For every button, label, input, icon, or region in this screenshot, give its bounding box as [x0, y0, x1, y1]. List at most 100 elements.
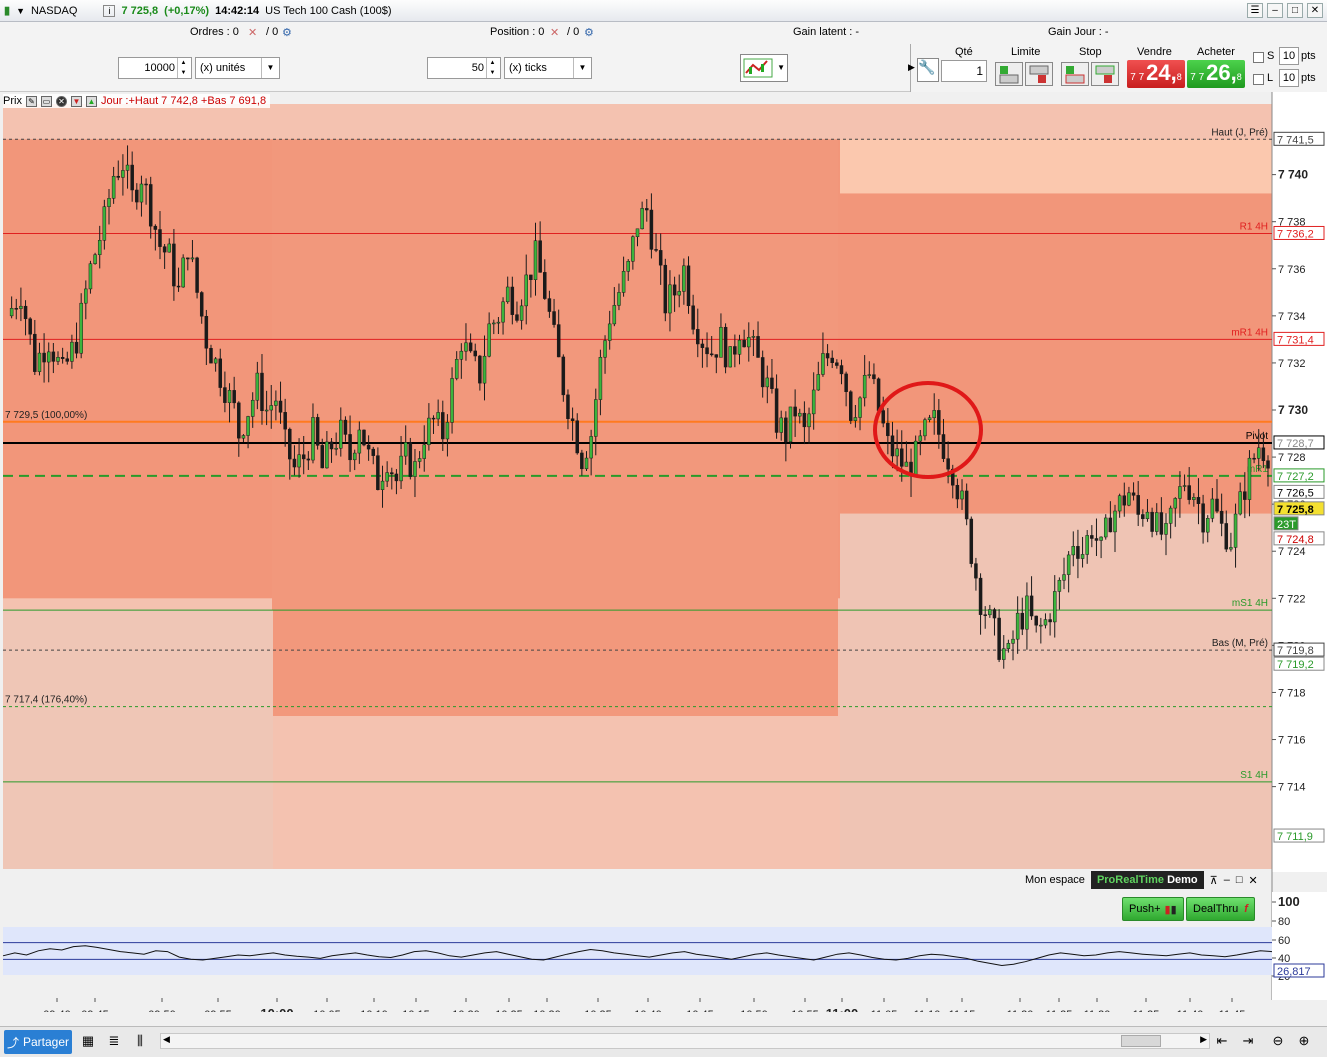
limit-sell-button[interactable] [1025, 62, 1053, 86]
wrench-icon[interactable]: ✎ [25, 95, 37, 107]
candle-body [427, 417, 431, 446]
orders-settings-icon[interactable]: ⚙ [282, 26, 292, 39]
qty-input[interactable] [941, 60, 987, 82]
candles-icon[interactable]: ⫼ [132, 1033, 148, 1049]
window-icon[interactable]: ▭ [40, 95, 52, 107]
arrow-down-icon[interactable]: ▼ [70, 95, 82, 107]
candle-body [946, 458, 950, 470]
stop-loss-points[interactable]: 10 [1279, 47, 1299, 65]
close-icon[interactable]: ✕ [55, 95, 67, 107]
arrow-up-icon[interactable]: ▲ [85, 95, 97, 107]
position-cancel-icon[interactable]: ✕ [550, 26, 559, 39]
time-scrollbar[interactable]: ◀ ▶ [160, 1033, 1210, 1049]
size-unit-value: (x) unités [200, 62, 246, 74]
collapse-arrow-icon[interactable]: ▶ [908, 62, 915, 73]
candle-body [533, 240, 538, 280]
candle-body [529, 274, 533, 280]
zoom-in-icon[interactable]: ⊕ [1296, 1033, 1312, 1049]
info-icon[interactable]: i [103, 4, 116, 17]
candle-body [751, 336, 756, 338]
scroll-left-icon[interactable]: ◀ [163, 1034, 170, 1045]
sell-button[interactable]: 7 7 24, 8 [1127, 60, 1185, 88]
share-button[interactable]: ⤴ Partager [4, 1030, 72, 1054]
ticks-unit-select[interactable]: (x) ticks ▼ [504, 57, 592, 79]
close-icon[interactable]: ✕ [1248, 874, 1257, 887]
candle-body [255, 372, 260, 401]
time-tick-label: 11:30 [1084, 1009, 1111, 1012]
minimize-icon[interactable]: – [1224, 874, 1230, 886]
candle-body [992, 609, 997, 619]
candle-body [686, 265, 691, 307]
limit-buy-button[interactable] [995, 62, 1023, 86]
symbol-name[interactable]: NASDAQ [31, 5, 77, 17]
dealthru-button[interactable]: DealThru f [1186, 897, 1255, 921]
candle-body [1219, 510, 1224, 524]
candle-body [862, 374, 867, 399]
candle-body [1182, 485, 1187, 487]
size-input[interactable] [119, 62, 177, 74]
minimize-icon[interactable]: – [1267, 3, 1283, 18]
maximize-icon[interactable]: □ [1236, 874, 1243, 886]
candle-body [107, 198, 111, 207]
layout-icon[interactable]: ☰ [1247, 3, 1263, 18]
candle-body [547, 298, 552, 312]
size-stepper[interactable]: ▲▼ [118, 57, 192, 79]
stop-buy-button[interactable] [1061, 62, 1089, 86]
candle-body [213, 358, 218, 364]
calendar-icon[interactable]: ▦ [80, 1033, 96, 1049]
ticks-stepper[interactable]: ▲▼ [427, 57, 501, 79]
scroll-thumb[interactable] [1121, 1035, 1161, 1047]
pin-icon[interactable]: ⊼ [1210, 874, 1218, 887]
mon-espace-label[interactable]: Mon espace [1025, 874, 1085, 886]
scroll-right-end-icon[interactable]: ⇥ [1240, 1033, 1256, 1049]
candle-body [1011, 638, 1015, 644]
stop-sell-button[interactable] [1091, 62, 1119, 86]
level-label: Haut (J, Pré) [1211, 127, 1268, 138]
candle-body [357, 429, 362, 454]
candle-body [362, 429, 366, 446]
limit-checkbox[interactable] [1253, 74, 1264, 85]
push-button[interactable]: Push+ ▮ ▮ [1122, 897, 1184, 921]
position-settings-icon[interactable]: ⚙ [584, 26, 594, 39]
candle-body [292, 458, 297, 468]
candle-body [450, 378, 454, 423]
chevron-down-icon[interactable]: ▼ [573, 58, 591, 78]
zoom-out-icon[interactable]: ⊖ [1270, 1033, 1286, 1049]
size-unit-select[interactable]: (x) unités ▼ [195, 57, 280, 79]
time-tick-label: 10:10 [360, 1009, 388, 1012]
scroll-right-icon[interactable]: ▶ [1200, 1034, 1207, 1045]
buy-button[interactable]: 7 7 26, 8 [1187, 60, 1245, 88]
ticks-spin-arrows[interactable]: ▲ ▼ [486, 58, 498, 78]
strategy-button[interactable]: ▼ [740, 54, 788, 82]
time-tick-label: 09:40 [43, 1009, 71, 1012]
candle-body [37, 352, 42, 372]
chevron-down-icon[interactable]: ▼ [777, 63, 785, 72]
candle-body [835, 362, 839, 366]
time-tick-label: 11:25 [1046, 1009, 1073, 1012]
limit-points[interactable]: 10 [1279, 69, 1299, 87]
candle-body [872, 374, 876, 380]
list-icon[interactable]: ≣ [106, 1033, 122, 1049]
ticks-input[interactable] [428, 62, 486, 74]
stop-loss-checkbox[interactable] [1253, 52, 1264, 63]
price-badge-label: 7 725,8 [1277, 504, 1314, 516]
candle-body [798, 412, 802, 417]
candle-body [158, 229, 162, 247]
candle-body [250, 399, 255, 417]
last-price: 7 725,8 [121, 4, 159, 17]
price-badge-label: 7 727,2 [1277, 471, 1314, 483]
symbol-dropdown[interactable]: ▼ [16, 6, 25, 16]
candle-body [927, 417, 932, 420]
indicator-tick-label: 40 [1278, 953, 1290, 965]
wrench-icon[interactable]: 🔧 [917, 58, 939, 82]
candle-body [853, 417, 858, 421]
orders-cancel-icon[interactable]: ✕ [248, 26, 257, 39]
maximize-icon[interactable]: □ [1287, 3, 1303, 18]
size-spin-arrows[interactable]: ▲ ▼ [177, 58, 189, 78]
indicator-tick-label: 80 [1278, 916, 1290, 928]
chevron-down-icon[interactable]: ▼ [261, 58, 279, 78]
scroll-left-end-icon[interactable]: ⇤ [1214, 1033, 1230, 1049]
candle-body [1173, 498, 1178, 509]
close-icon[interactable]: ✕ [1307, 3, 1323, 18]
candle-body [315, 417, 320, 446]
